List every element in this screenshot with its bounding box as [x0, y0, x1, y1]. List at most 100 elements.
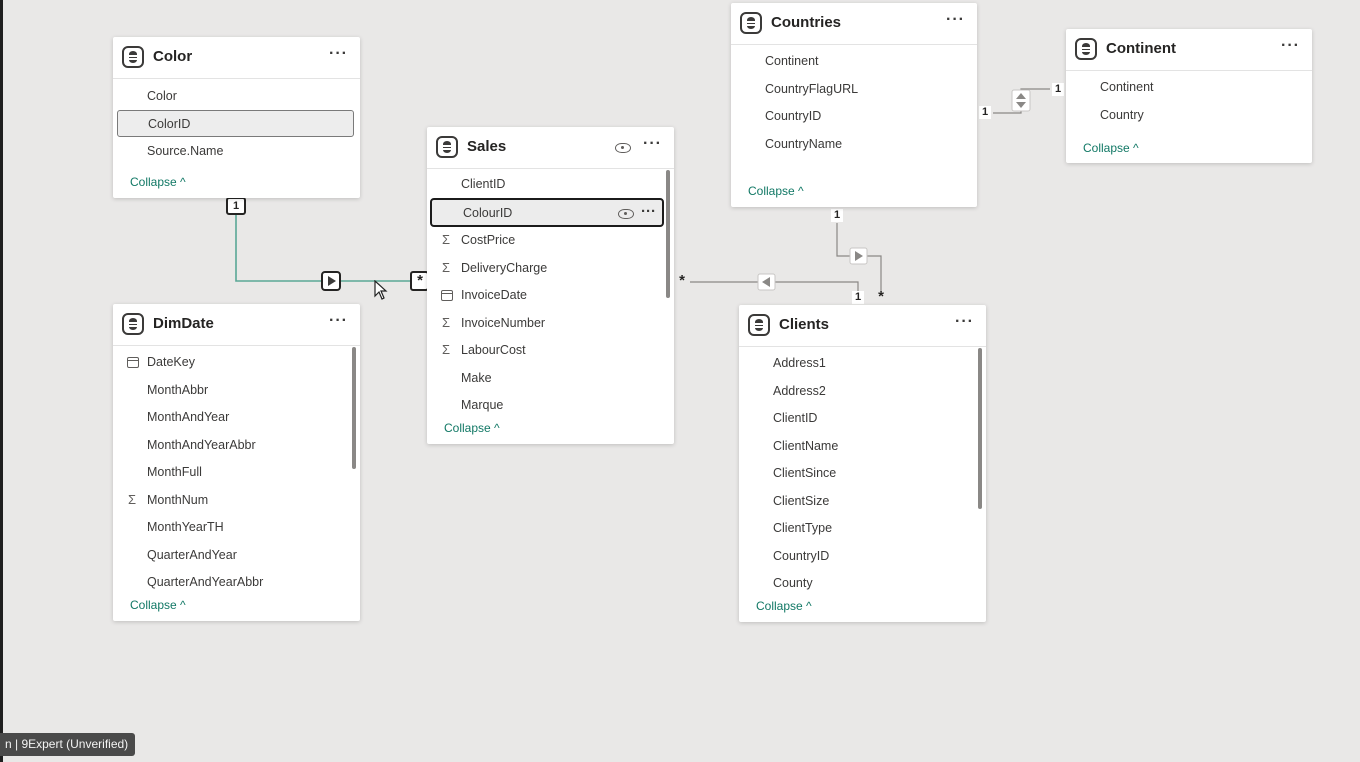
- table-header[interactable]: Countries ···: [731, 3, 977, 45]
- table-icon: [436, 136, 458, 158]
- collapse-button[interactable]: Collapse ^: [748, 184, 804, 198]
- collapse-button[interactable]: Collapse ^: [130, 598, 186, 612]
- relationship-sales-clients: [690, 281, 859, 291]
- table-title: Clients: [779, 316, 830, 333]
- field-row[interactable]: Address2: [739, 378, 986, 405]
- field-row[interactable]: InvoiceDate: [427, 282, 674, 309]
- cardinality-one-clients: 1: [852, 291, 864, 304]
- visibility-eye-icon[interactable]: [615, 143, 631, 153]
- table-header[interactable]: Sales ···: [427, 127, 674, 169]
- chevron-up-icon: ^: [798, 184, 804, 198]
- field-row[interactable]: Country: [1066, 102, 1312, 129]
- cardinality-many-sales-clients: *: [679, 272, 685, 289]
- filter-direction-right-icon-2: [849, 247, 868, 265]
- table-title: Continent: [1106, 40, 1176, 57]
- chevron-up-icon: ^: [806, 599, 812, 613]
- cardinality-one-color: 1: [232, 200, 240, 212]
- table-header[interactable]: Continent ···: [1066, 29, 1312, 71]
- chevron-up-icon: ^: [180, 175, 186, 189]
- field-row[interactable]: ClientType: [739, 515, 986, 542]
- sigma-icon: Σ: [442, 342, 451, 357]
- more-options-icon[interactable]: ···: [955, 313, 974, 331]
- field-row[interactable]: Σ InvoiceNumber: [427, 310, 674, 337]
- more-options-icon[interactable]: ···: [1281, 37, 1300, 55]
- table-card-continent[interactable]: Continent ··· Continent Country Collapse…: [1066, 29, 1312, 163]
- chevron-up-icon: ^: [494, 421, 500, 435]
- field-row[interactable]: ClientSize: [739, 488, 986, 515]
- collapse-button[interactable]: Collapse ^: [444, 421, 500, 435]
- sigma-icon: Σ: [442, 232, 451, 247]
- table-title: Countries: [771, 14, 842, 31]
- field-row[interactable]: MonthYearTH: [113, 514, 360, 541]
- field-row[interactable]: Σ DeliveryCharge: [427, 255, 674, 282]
- table-title: Color: [153, 48, 193, 65]
- relationship-color-sales: [235, 214, 428, 282]
- more-options-icon[interactable]: ···: [643, 135, 662, 153]
- field-row[interactable]: Continent: [731, 48, 977, 75]
- table-header[interactable]: Clients ···: [739, 305, 986, 347]
- field-row[interactable]: County: [739, 570, 986, 597]
- more-options-icon[interactable]: ···: [329, 45, 348, 63]
- more-options-icon[interactable]: ···: [329, 312, 348, 330]
- field-row[interactable]: DateKey: [113, 349, 360, 376]
- collapse-button[interactable]: Collapse ^: [1083, 141, 1139, 155]
- collapse-button[interactable]: Collapse ^: [130, 175, 186, 189]
- cardinality-many-sales: *: [417, 272, 423, 289]
- field-row[interactable]: Σ MonthNum: [113, 487, 360, 514]
- field-row[interactable]: Source.Name: [113, 138, 360, 165]
- field-row[interactable]: ClientSince: [739, 460, 986, 487]
- table-card-color[interactable]: Color ··· Color ColorID Source.Name Coll…: [113, 37, 360, 198]
- table-card-dimdate[interactable]: DimDate ··· DateKey MonthAbbr MonthAndYe…: [113, 304, 360, 621]
- field-row[interactable]: Σ LabourCost: [427, 337, 674, 364]
- more-options-icon[interactable]: ···: [946, 11, 965, 29]
- field-row[interactable]: CountryFlagURL: [731, 76, 977, 103]
- field-row-highlighted[interactable]: ColourID ···: [430, 198, 664, 227]
- visibility-eye-icon[interactable]: [618, 209, 634, 219]
- field-row[interactable]: CountryID: [731, 103, 977, 130]
- more-options-icon[interactable]: ···: [641, 203, 656, 220]
- field-row[interactable]: ClientID: [427, 171, 674, 198]
- field-row[interactable]: CountryID: [739, 543, 986, 570]
- table-header[interactable]: Color ···: [113, 37, 360, 79]
- scrollbar[interactable]: [666, 170, 670, 298]
- relationship-countries-clients: [836, 223, 882, 292]
- cardinality-one-countries-continent: 1: [979, 106, 991, 119]
- table-card-countries[interactable]: Countries ··· Continent CountryFlagURL C…: [731, 3, 977, 207]
- field-row[interactable]: ClientID: [739, 405, 986, 432]
- field-row[interactable]: MonthAbbr: [113, 377, 360, 404]
- field-row[interactable]: CountryName: [731, 131, 977, 158]
- field-row[interactable]: QuarterAndYearAbbr: [113, 569, 360, 596]
- field-row[interactable]: MonthFull: [113, 459, 360, 486]
- field-row-selected[interactable]: ColorID: [117, 110, 354, 137]
- table-icon: [748, 314, 770, 336]
- calendar-icon: [127, 357, 139, 368]
- field-row[interactable]: ClientName: [739, 433, 986, 460]
- field-row[interactable]: MonthAndYear: [113, 404, 360, 431]
- collapse-button[interactable]: Collapse ^: [756, 599, 812, 613]
- field-row[interactable]: Color: [113, 83, 360, 110]
- scrollbar[interactable]: [978, 348, 982, 509]
- table-title: Sales: [467, 138, 507, 155]
- field-row[interactable]: Address1: [739, 350, 986, 377]
- field-row[interactable]: Σ CostPrice: [427, 227, 674, 254]
- table-title: DimDate: [153, 315, 214, 332]
- field-row[interactable]: Continent: [1066, 74, 1312, 101]
- filter-direction-right-icon: [321, 271, 341, 291]
- filter-direction-both-icon: [1011, 89, 1031, 112]
- table-card-sales[interactable]: Sales ··· ClientID ColourID ··· Σ CostPri…: [427, 127, 674, 444]
- table-icon: [122, 46, 144, 68]
- table-header[interactable]: DimDate ···: [113, 304, 360, 346]
- field-row[interactable]: MonthAndYearAbbr: [113, 432, 360, 459]
- table-card-clients[interactable]: Clients ··· Address1 Address2 ClientID C…: [739, 305, 986, 622]
- scrollbar[interactable]: [352, 347, 356, 469]
- field-row[interactable]: Make: [427, 365, 674, 392]
- mouse-cursor-icon: [374, 280, 388, 300]
- watermark-label: n | 9Expert (Unverified): [0, 733, 136, 756]
- window-edge: [0, 0, 3, 762]
- chevron-up-icon: ^: [180, 598, 186, 612]
- filter-direction-left-icon: [757, 273, 776, 291]
- field-row[interactable]: QuarterAndYear: [113, 542, 360, 569]
- sigma-icon: Σ: [442, 260, 451, 275]
- field-row[interactable]: Marque: [427, 392, 674, 419]
- cardinality-many-clients: *: [878, 288, 884, 305]
